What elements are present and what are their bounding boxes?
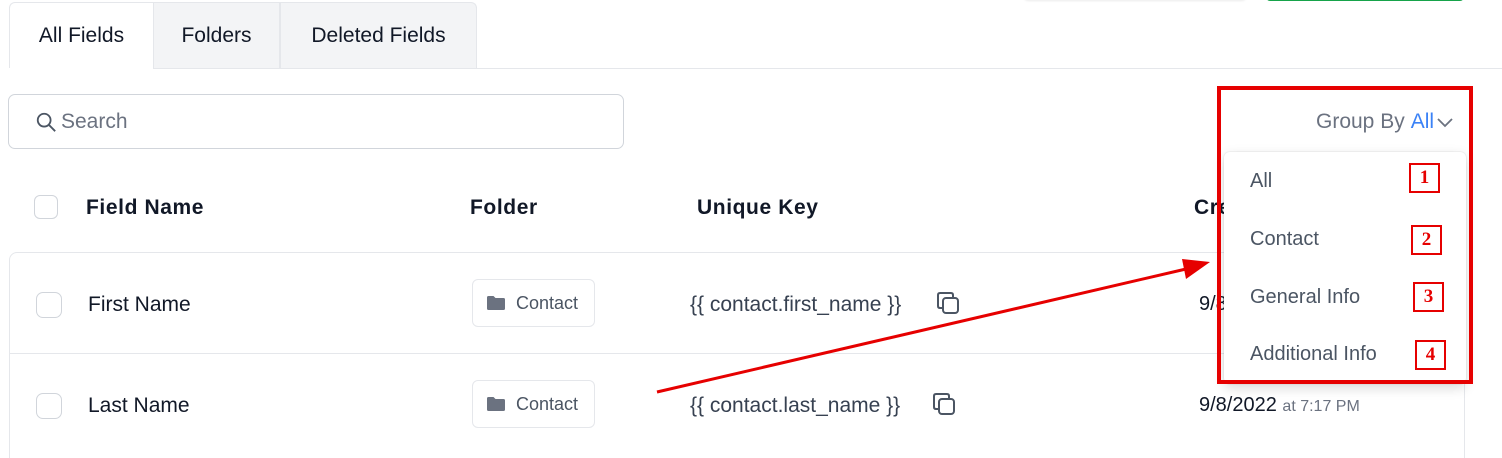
unique-key-cell: {{ contact.last_name }} <box>690 394 901 417</box>
annotation-number: 4 <box>1415 340 1446 370</box>
search-input[interactable] <box>61 109 601 134</box>
tab-folders[interactable]: Folders <box>153 2 280 68</box>
folder-icon <box>487 397 505 411</box>
folder-chip[interactable]: Contact <box>472 279 595 327</box>
created-date-cell: 9/8/2022 at 7:17 PM <box>1199 394 1360 417</box>
annotation-number: 1 <box>1409 163 1440 193</box>
folder-chip-label: Contact <box>516 393 579 414</box>
copy-icon[interactable] <box>935 290 961 316</box>
search-icon <box>36 112 56 132</box>
folder-icon <box>487 296 505 310</box>
annotation-number: 3 <box>1413 282 1444 312</box>
column-header-unique-key[interactable]: Unique Key <box>697 196 819 220</box>
created-date: 9/8/2022 <box>1199 394 1277 416</box>
tab-bar: All Fields Folders Deleted Fields <box>9 2 477 68</box>
row-checkbox[interactable] <box>36 393 62 419</box>
unique-key-cell: {{ contact.first_name }} <box>690 293 902 316</box>
annotation-number: 2 <box>1411 225 1442 255</box>
folder-chip-label: Contact <box>516 292 579 313</box>
tab-deleted-fields[interactable]: Deleted Fields <box>280 2 477 68</box>
column-header-folder[interactable]: Folder <box>470 196 538 220</box>
copy-icon[interactable] <box>931 391 957 417</box>
select-all-checkbox[interactable] <box>34 195 58 219</box>
field-name-cell: Last Name <box>88 394 190 417</box>
tab-divider <box>153 68 1502 69</box>
field-name-cell: First Name <box>88 293 191 316</box>
column-header-field-name[interactable]: Field Name <box>86 196 204 220</box>
search-box[interactable] <box>8 94 624 149</box>
folder-chip[interactable]: Contact <box>472 380 595 428</box>
row-checkbox[interactable] <box>36 292 62 318</box>
created-time: at 7:17 PM <box>1282 398 1360 415</box>
tab-all-fields[interactable]: All Fields <box>9 2 153 68</box>
primary-action-button[interactable] <box>1266 0 1464 1</box>
